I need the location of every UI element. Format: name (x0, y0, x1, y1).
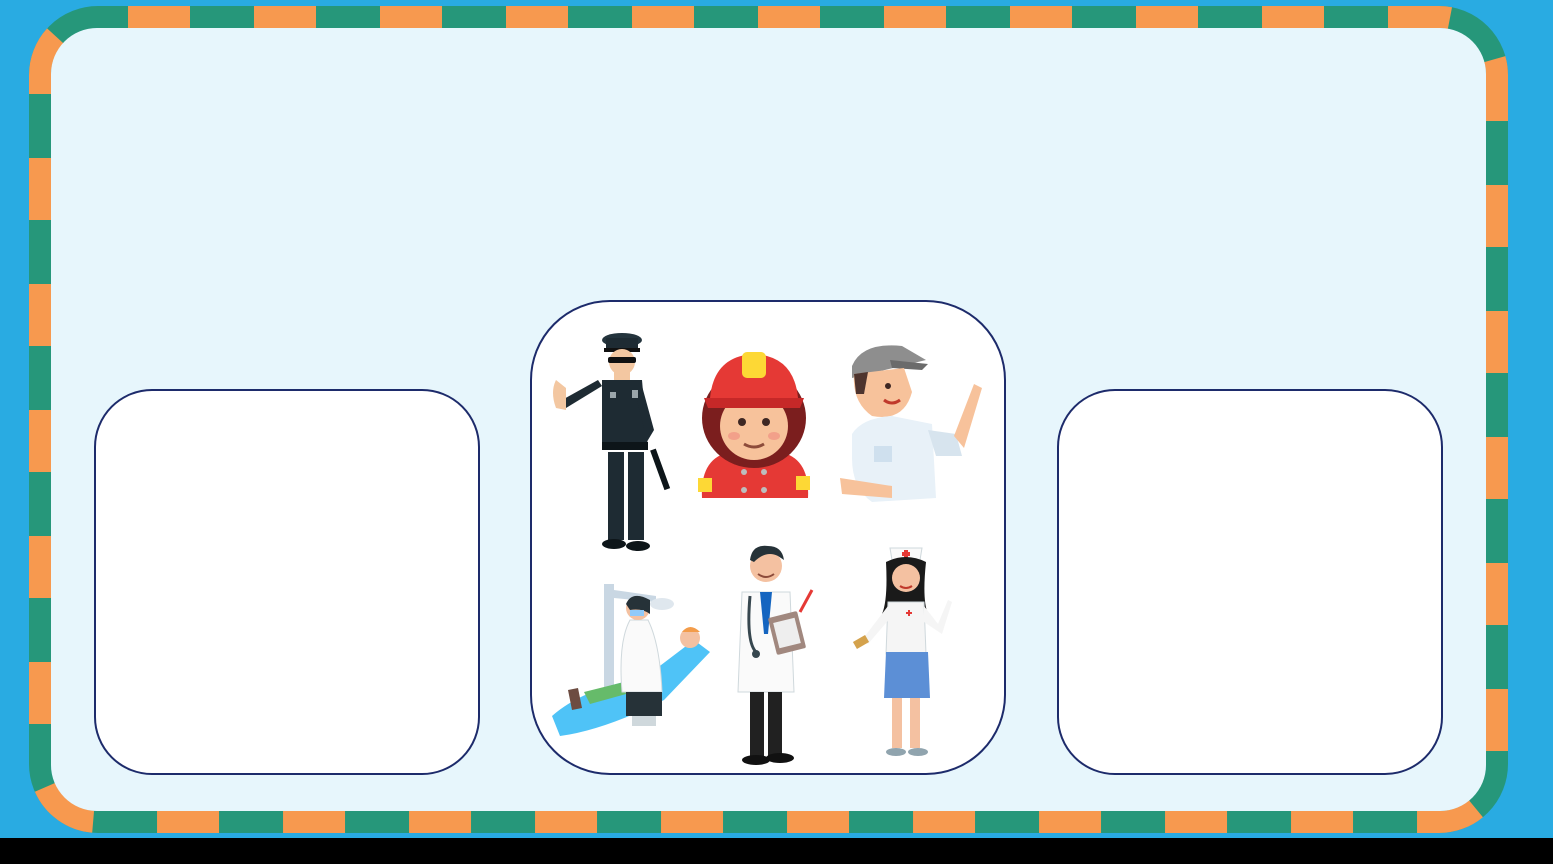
nurse-icon[interactable] (848, 540, 958, 760)
black-bottom-band (0, 838, 1553, 864)
game-stage (0, 0, 1553, 864)
right-drop-box[interactable] (1057, 389, 1443, 775)
doctor-icon[interactable] (728, 542, 848, 767)
dentist-icon[interactable] (544, 580, 714, 740)
left-drop-box[interactable] (94, 389, 480, 775)
police-officer-icon[interactable] (546, 330, 686, 560)
firefighter-icon[interactable] (692, 348, 817, 508)
occupations-box (530, 300, 1006, 775)
traffic-officer-icon[interactable] (832, 338, 992, 508)
